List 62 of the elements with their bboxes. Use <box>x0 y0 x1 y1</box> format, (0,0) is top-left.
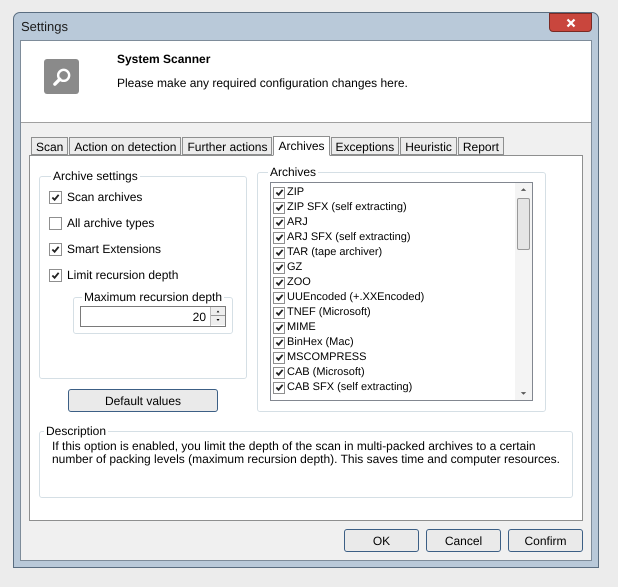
tab[interactable]: Scan <box>31 137 68 155</box>
checkbox[interactable] <box>49 190 62 204</box>
checkbox[interactable] <box>273 262 285 274</box>
scrollbar[interactable] <box>515 183 532 400</box>
checkbox[interactable] <box>273 186 285 198</box>
header-title: System Scanner <box>117 51 212 68</box>
tab[interactable]: Report <box>458 137 504 155</box>
archive-type-label: GZ <box>287 260 302 276</box>
archive-type-label: ZIP <box>287 185 304 200</box>
checkbox-label: All archive types <box>67 215 154 232</box>
close-icon <box>566 18 576 28</box>
archive-type-label: ZIP SFX (self extracting) <box>287 200 407 216</box>
checkbox-label: Scan archives <box>67 189 142 206</box>
checkbox[interactable] <box>273 366 285 378</box>
checkbox[interactable] <box>49 242 62 256</box>
checkbox-label: Smart Extensions <box>67 241 162 258</box>
group-label: Description <box>45 423 108 440</box>
scrollbar-thumb[interactable] <box>517 198 530 250</box>
archive-type-label: TNEF (Microsoft) <box>287 305 371 320</box>
description-text: If this option is enabled, you limit the depth of the scan in multi-packed archives to a certain number of packing levels (maximum recursion depth). This saves time and computer resources. <box>52 440 560 466</box>
checkbox[interactable] <box>273 292 285 304</box>
checkbox[interactable] <box>273 202 285 214</box>
checkbox[interactable] <box>273 336 285 348</box>
archive-type-label: BinHex (Mac) <box>287 335 354 350</box>
number-spinner[interactable]: 20 <box>80 306 226 327</box>
group-label: Archive settings <box>52 168 139 185</box>
checkbox-label: Limit recursion depth <box>67 267 178 284</box>
dialog-button[interactable]: Cancel <box>426 529 501 552</box>
group-label: Maximum recursion depth <box>83 289 224 306</box>
checkbox[interactable] <box>273 306 285 318</box>
tab[interactable]: Archives <box>273 136 330 156</box>
archive-type-label: MSCOMPRESS <box>287 350 366 366</box>
dialog-button[interactable]: OK <box>344 529 419 552</box>
checkbox[interactable] <box>273 216 285 228</box>
dialog-button[interactable]: Confirm <box>508 529 583 552</box>
search-icon <box>44 59 79 94</box>
archive-type-label: UUEncoded (+.XXEncoded) <box>287 290 424 306</box>
close-button[interactable] <box>549 13 592 32</box>
archive-type-label: CAB SFX (self extracting) <box>287 380 412 396</box>
window-title: Settings <box>21 18 68 36</box>
header-subtitle: Please make any required configuration changes here. <box>117 75 408 92</box>
archive-type-label: ZOO <box>287 275 311 290</box>
archive-type-label: CAB (Microsoft) <box>287 365 365 380</box>
tab[interactable]: Action on detection <box>69 137 182 155</box>
checkbox[interactable] <box>49 268 62 282</box>
tab[interactable]: Further actions <box>182 137 272 155</box>
checkbox[interactable] <box>273 382 285 394</box>
checkbox[interactable] <box>273 276 285 288</box>
checkbox[interactable] <box>273 322 285 334</box>
checkbox[interactable] <box>273 352 285 364</box>
default-values-button[interactable]: Default values <box>68 389 218 412</box>
archive-type-label: TAR (tape archiver) <box>287 245 382 260</box>
spinner-value: 20 <box>192 308 206 326</box>
group-label: Archives <box>269 164 318 181</box>
archive-type-label: ARJ <box>287 215 308 230</box>
tab[interactable]: Heuristic <box>400 137 457 155</box>
checkbox[interactable] <box>273 232 285 244</box>
checkbox[interactable] <box>273 246 285 258</box>
checkbox[interactable] <box>49 216 62 230</box>
archive-type-label: MIME <box>287 320 316 336</box>
tab[interactable]: Exceptions <box>330 137 400 155</box>
archive-type-label: ARJ SFX (self extracting) <box>287 230 410 246</box>
